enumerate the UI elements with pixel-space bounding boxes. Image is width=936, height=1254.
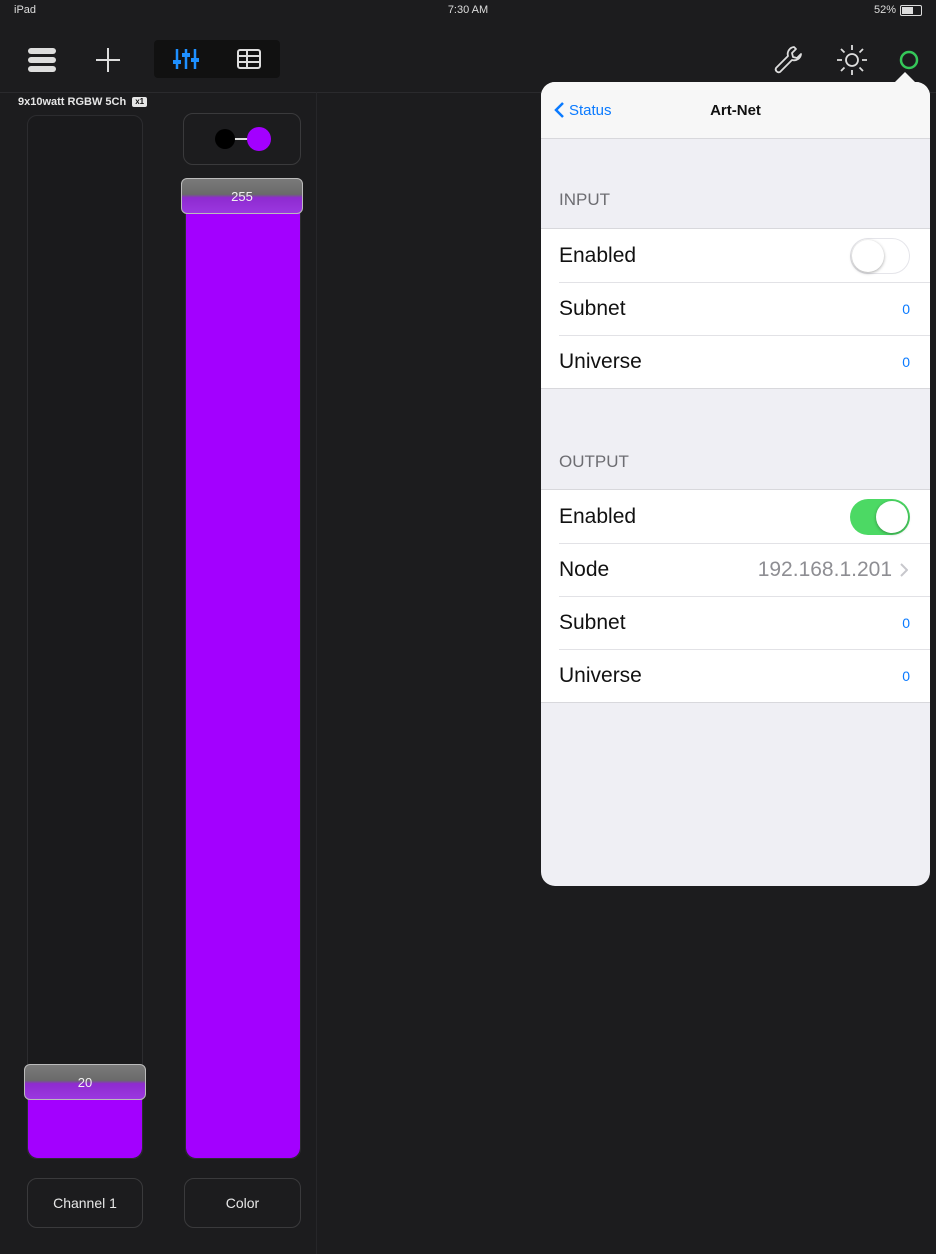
fixture-name: 9x10watt RGBW 5Ch: [18, 96, 127, 108]
fader-handle[interactable]: 20: [24, 1064, 146, 1100]
output-subnet-row[interactable]: Subnet 0: [541, 596, 930, 649]
fader-value: 20: [77, 1074, 93, 1090]
channel-label: Color: [225, 1195, 260, 1211]
output-enabled-row: Enabled: [541, 490, 930, 543]
section-header-output: OUTPUT: [559, 452, 629, 471]
chevron-right-icon: [900, 562, 908, 577]
fader-fill: [186, 191, 300, 1158]
grid-icon[interactable]: [217, 40, 280, 78]
input-settings-group: Enabled Subnet 0 Universe 0: [541, 228, 930, 389]
fader-value: 255: [231, 188, 253, 204]
row-label: Enabled: [559, 243, 637, 267]
row-label: Subnet: [559, 296, 626, 320]
row-label: Node: [559, 557, 610, 581]
color-toggle-icon: [215, 127, 271, 151]
row-label: Universe: [559, 349, 642, 373]
input-universe-row[interactable]: Universe 0: [541, 335, 930, 388]
clock: 7:30 AM: [447, 4, 489, 16]
node-address-value: 192.168.1.201: [757, 557, 892, 581]
row-label: Universe: [559, 663, 642, 687]
artnet-popover: Status Art-Net INPUT Enabled Subnet 0 Un…: [541, 82, 930, 886]
panel-divider: [316, 92, 317, 1254]
fixture-title: 9x10watt RGBW 5Ch x1: [18, 96, 148, 108]
output-node-row[interactable]: Node 192.168.1.201: [541, 543, 930, 596]
row-label: Enabled: [559, 504, 637, 528]
battery-indicator: 52%: [874, 4, 922, 16]
sun-icon[interactable]: [832, 40, 872, 80]
view-mode-segmented-control: [154, 40, 280, 78]
output-enabled-toggle[interactable]: [850, 498, 910, 535]
input-subnet-value[interactable]: 0: [902, 301, 910, 317]
node-address: 192.168.1.201: [758, 558, 908, 582]
input-subnet-row[interactable]: Subnet 0: [541, 282, 930, 335]
output-subnet-value[interactable]: 0: [902, 615, 910, 631]
layers-icon[interactable]: [24, 44, 60, 76]
fader-handle[interactable]: 255: [181, 178, 303, 214]
battery-icon: [900, 4, 922, 16]
battery-percent: 52%: [873, 4, 896, 16]
input-enabled-row: Enabled: [541, 229, 930, 282]
section-header-input: INPUT: [559, 190, 610, 209]
channel-label: Channel 1: [53, 1195, 117, 1211]
input-universe-value[interactable]: 0: [902, 354, 910, 370]
sliders-icon[interactable]: [154, 40, 217, 78]
status-bar: iPad 7:30 AM 52%: [0, 0, 936, 22]
row-label: Subnet: [559, 610, 626, 634]
channel-label-button[interactable]: Color: [184, 1178, 301, 1228]
popover-nav-bar: Status Art-Net: [541, 82, 930, 139]
fixture-count-badge: x1: [132, 97, 148, 107]
input-enabled-toggle[interactable]: [850, 237, 910, 274]
output-settings-group: Enabled Node 192.168.1.201 Subnet 0 Univ…: [541, 489, 930, 703]
color-toggle[interactable]: [183, 113, 301, 165]
fader-channel-1[interactable]: [27, 115, 143, 1159]
channel-label-button[interactable]: Channel 1: [27, 1178, 143, 1228]
output-universe-row[interactable]: Universe 0: [541, 649, 930, 702]
plus-icon[interactable]: [92, 44, 124, 76]
popover-title: Art-Net: [710, 102, 761, 119]
wrench-icon[interactable]: [768, 40, 808, 80]
fader-color[interactable]: [185, 190, 301, 1159]
output-universe-value[interactable]: 0: [902, 668, 910, 684]
